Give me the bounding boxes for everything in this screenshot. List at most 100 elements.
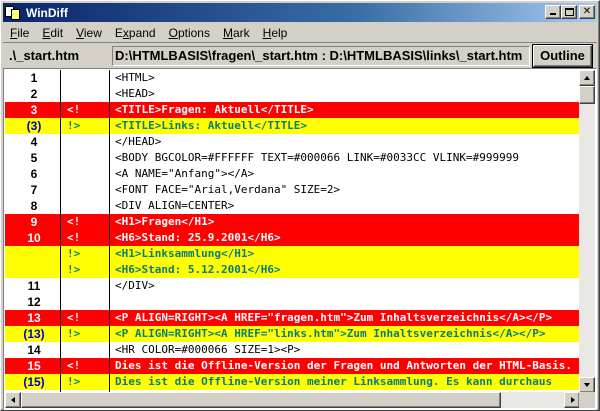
diff-marker: !> [67, 375, 81, 388]
file-name-label: .\_start.htm [9, 48, 80, 63]
line-text: <P ALIGN=RIGHT><A HREF="fragen.htm">Zum … [115, 311, 553, 324]
diff-line-normal[interactable]: 5 <BODY BGCOLOR=#FFFFFF TEXT=#000066 LINK… [5, 150, 580, 166]
line-text: <FONT FACE="Arial,Verdana" SIZE=2> [115, 183, 341, 196]
diff-marker: <! [67, 103, 81, 116]
menu-item-accelerator: O [168, 25, 178, 40]
menu-item-prefix: E [114, 25, 123, 40]
diff-line-yellow[interactable]: (3) !> <TITLE>Links: Aktuell</TITLE> [5, 118, 580, 134]
menu-item-accelerator: M [222, 25, 233, 40]
menu-item-help[interactable]: Help [256, 26, 294, 40]
line-number: 14 [27, 343, 41, 357]
close-button[interactable]: ✕ [579, 5, 595, 19]
title-bar[interactable]: WinDiff ✕ [3, 3, 597, 22]
diff-line-normal[interactable]: 8 <DIV ALIGN=CENTER> [5, 198, 580, 214]
menu-item-suffix: ptions [177, 25, 210, 40]
arrow-left-icon [11, 397, 15, 403]
marker-divider [109, 70, 110, 408]
menu-item-file[interactable]: File [3, 26, 35, 40]
windiff-app-icon[interactable] [5, 5, 21, 20]
line-number: 12 [27, 295, 41, 309]
menu-item-edit[interactable]: Edit [35, 26, 69, 40]
diff-line-yellow[interactable]: (13) !> <P ALIGN=RIGHT><A HREF="links.htm"… [5, 326, 580, 342]
line-text: </DIV> [115, 279, 155, 292]
line-number: 15 [27, 359, 41, 373]
diff-line-yellow[interactable]: (15) !> Dies ist die Offline-Version meine… [5, 374, 580, 390]
diff-marker: <! [67, 231, 81, 244]
diff-marker: !> [67, 327, 81, 340]
line-text: Dies ist die Offline-Version der Fragen … [115, 359, 572, 372]
diff-line-red[interactable]: 9 <! <H1>Fragen</H1> [5, 214, 580, 230]
line-text: </HEAD> [115, 135, 162, 148]
diff-line-red[interactable]: 10 <! <H6>Stand: 25.9.2001</H6> [5, 230, 580, 246]
line-text: <HR COLOR=#000066 SIZE=1><P> [115, 343, 301, 356]
line-number: 9 [30, 215, 38, 229]
diff-line-yellow[interactable]: !> <H1>Linksammlung</H1> [5, 246, 580, 262]
diff-line-normal[interactable]: 1 <HTML> [5, 70, 580, 86]
menu-item-accelerator: V [76, 25, 84, 40]
minimize-button[interactable] [545, 5, 561, 19]
maximize-button[interactable] [561, 5, 577, 19]
diff-marker: !> [67, 263, 81, 276]
diff-line-red[interactable]: 3 <! <TITLE>Fragen: Aktuell</TITLE> [5, 102, 580, 118]
outline-button[interactable]: Outline [532, 44, 593, 68]
arrow-down-icon [584, 383, 590, 387]
scroll-left-button[interactable] [5, 392, 21, 408]
menu-item-suffix: ile [17, 25, 30, 40]
vertical-scrollbar[interactable] [579, 70, 595, 393]
diff-line-red[interactable]: 13 <! <P ALIGN=RIGHT><A HREF="fragen.htm">… [5, 310, 580, 326]
diff-marker: !> [67, 119, 81, 132]
menu-item-suffix: ark [232, 25, 250, 40]
line-text: <DIV ALIGN=CENTER> [115, 199, 235, 212]
line-text: <HEAD> [115, 87, 155, 100]
windiff-window: WinDiff ✕ File Edit View Expand Options Mark H… [0, 0, 600, 411]
horizontal-scroll-thumb[interactable] [21, 392, 501, 408]
menu-item-accelerator: H [262, 25, 272, 40]
line-text: <TITLE>Fragen: Aktuell</TITLE> [115, 103, 314, 116]
vertical-scroll-thumb[interactable] [579, 86, 595, 104]
diff-lines[interactable]: (15) !> Dies ist die Offline-Version meine… [5, 70, 580, 408]
line-number: 4 [30, 135, 38, 149]
line-number: 7 [30, 183, 38, 197]
diff-line-red[interactable]: 15 <! Dies ist die Offline-Version der Fra… [5, 358, 580, 374]
menu-item-suffix: pand [128, 25, 156, 40]
diff-marker: !> [67, 247, 81, 260]
maximize-icon [565, 8, 574, 16]
menu-item-options[interactable]: Options [162, 26, 216, 40]
line-number: 5 [30, 151, 38, 165]
menu-item-suffix: dit [50, 25, 64, 40]
diff-marker: <! [67, 215, 81, 228]
line-text: <P ALIGN=RIGHT><A HREF="links.htm">Zum I… [115, 327, 546, 340]
line-number: (13) [23, 327, 45, 341]
menu-item-expand[interactable]: Expand [108, 26, 162, 40]
diff-line-normal[interactable]: 12 [5, 294, 580, 310]
diff-line-normal[interactable]: 7 <FONT FACE="Arial,Verdana" SIZE=2> [5, 182, 580, 198]
diff-line-normal[interactable]: 4 </HEAD> [5, 134, 580, 150]
menu-item-suffix: elp [271, 25, 288, 40]
line-number: 2 [30, 87, 38, 101]
menu-item-mark[interactable]: Mark [216, 26, 256, 40]
line-text: <A NAME="Anfang"></A> [115, 167, 255, 180]
scroll-right-button[interactable] [564, 392, 580, 408]
arrow-right-icon [571, 397, 575, 403]
line-number: (15) [23, 375, 45, 389]
line-number: 8 [30, 199, 38, 213]
line-text: <H1>Fragen</H1> [115, 215, 215, 228]
line-number: 3 [30, 103, 38, 117]
horizontal-scrollbar[interactable] [5, 392, 580, 408]
diff-line-normal[interactable]: 6 <A NAME="Anfang"></A> [5, 166, 580, 182]
compared-paths: D:\HTMLBASIS\fragen\_start.htm : D:\HTML… [112, 46, 530, 66]
line-text: <BODY BGCOLOR=#FFFFFF TEXT=#000066 LINK=… [115, 151, 519, 164]
diff-view: (15) !> Dies ist die Offline-Version meine… [3, 68, 597, 410]
diff-line-normal[interactable]: 2 <HEAD> [5, 86, 580, 102]
diff-marker: <! [67, 311, 81, 324]
minimize-icon [550, 13, 556, 15]
scroll-down-button[interactable] [579, 377, 595, 393]
line-text: <H6>Stand: 5.12.2001</H6> [115, 263, 281, 276]
diff-line-yellow[interactable]: !> <H6>Stand: 5.12.2001</H6> [5, 262, 580, 278]
menu-item-view[interactable]: View [69, 26, 108, 40]
line-number: 10 [27, 231, 41, 245]
caption-buttons: ✕ [545, 5, 595, 19]
scroll-up-button[interactable] [579, 70, 595, 86]
diff-line-normal[interactable]: 14 <HR COLOR=#000066 SIZE=1><P> [5, 342, 580, 358]
diff-line-normal[interactable]: 11 </DIV> [5, 278, 580, 294]
